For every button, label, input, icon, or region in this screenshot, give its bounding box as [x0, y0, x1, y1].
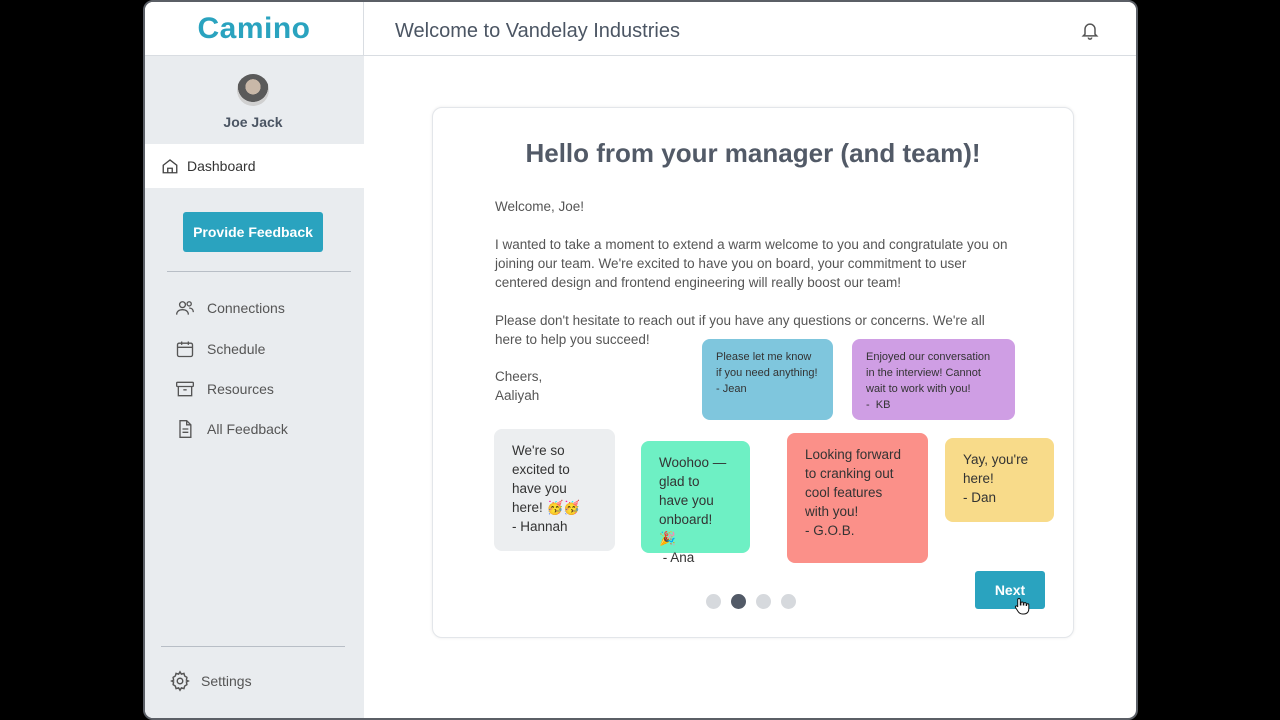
document-icon: [179, 420, 192, 438]
pagination-dot[interactable]: [731, 594, 746, 609]
sidebar-item-label: Settings: [201, 673, 252, 689]
sticky-note: Please let me know if you need anything!…: [702, 339, 833, 420]
calendar-icon: [176, 341, 194, 358]
camino-logo[interactable]: Camino: [145, 2, 364, 56]
sidebar: Joe Jack Dashboard Provide Feedback Conn…: [145, 56, 364, 718]
profile: Joe Jack: [145, 56, 364, 144]
sidebar-item-label: Connections: [207, 300, 285, 316]
pagination-dots: [706, 594, 806, 609]
sidebar-item-resources[interactable]: Resources: [175, 379, 274, 399]
sticky-note: Woohoo — glad to have you onboard! 🎉 - A…: [641, 441, 750, 565]
sidebar-item-label: All Feedback: [207, 421, 288, 437]
user-name: Joe Jack: [223, 114, 283, 130]
pagination-dot[interactable]: [756, 594, 771, 609]
sidebar-item-connections[interactable]: Connections: [175, 298, 285, 318]
gear-icon: [170, 670, 190, 692]
provide-feedback-button[interactable]: Provide Feedback: [183, 212, 323, 252]
sidebar-item-all-feedback[interactable]: All Feedback: [175, 419, 288, 439]
app-window: Camino Welcome to Vandelay Industries Jo…: [143, 0, 1138, 720]
people-icon: [176, 301, 194, 315]
pagination-dot[interactable]: [706, 594, 721, 609]
sticky-note: Yay, you're here! - Dan: [945, 438, 1054, 522]
archive-box-icon: [176, 381, 194, 397]
sidebar-item-label: Dashboard: [187, 158, 256, 174]
avatar[interactable]: [237, 74, 269, 106]
page-title: Welcome to Vandelay Industries: [395, 20, 680, 42]
pagination-dot[interactable]: [781, 594, 796, 609]
sticky-note: Enjoyed our conversation in the intervie…: [852, 339, 1015, 420]
sidebar-item-settings[interactable]: Settings: [169, 670, 252, 692]
divider: [161, 646, 345, 647]
card-title: Hello from your manager (and team)!: [525, 138, 981, 168]
bell-icon[interactable]: [1080, 20, 1100, 40]
home-icon: [162, 159, 178, 174]
welcome-card: Hello from your manager (and team)! Welc…: [432, 107, 1074, 638]
sidebar-item-dashboard[interactable]: Dashboard: [145, 144, 364, 188]
sidebar-item-label: Schedule: [207, 341, 266, 357]
divider: [167, 271, 351, 272]
next-button[interactable]: Next: [975, 571, 1045, 609]
message-paragraph: I wanted to take a moment to extend a wa…: [495, 237, 1008, 290]
hand-cursor-icon: [1014, 597, 1030, 615]
sticky-note: We're so excited to have you here! 🥳🥳 - …: [494, 429, 615, 551]
sticky-note: Looking forward to cranking out cool fea…: [787, 433, 928, 563]
header: Camino Welcome to Vandelay Industries: [145, 2, 1136, 56]
sidebar-item-label: Resources: [207, 381, 274, 397]
sidebar-item-schedule[interactable]: Schedule: [175, 339, 265, 359]
greeting: Welcome, Joe!: [495, 199, 585, 214]
